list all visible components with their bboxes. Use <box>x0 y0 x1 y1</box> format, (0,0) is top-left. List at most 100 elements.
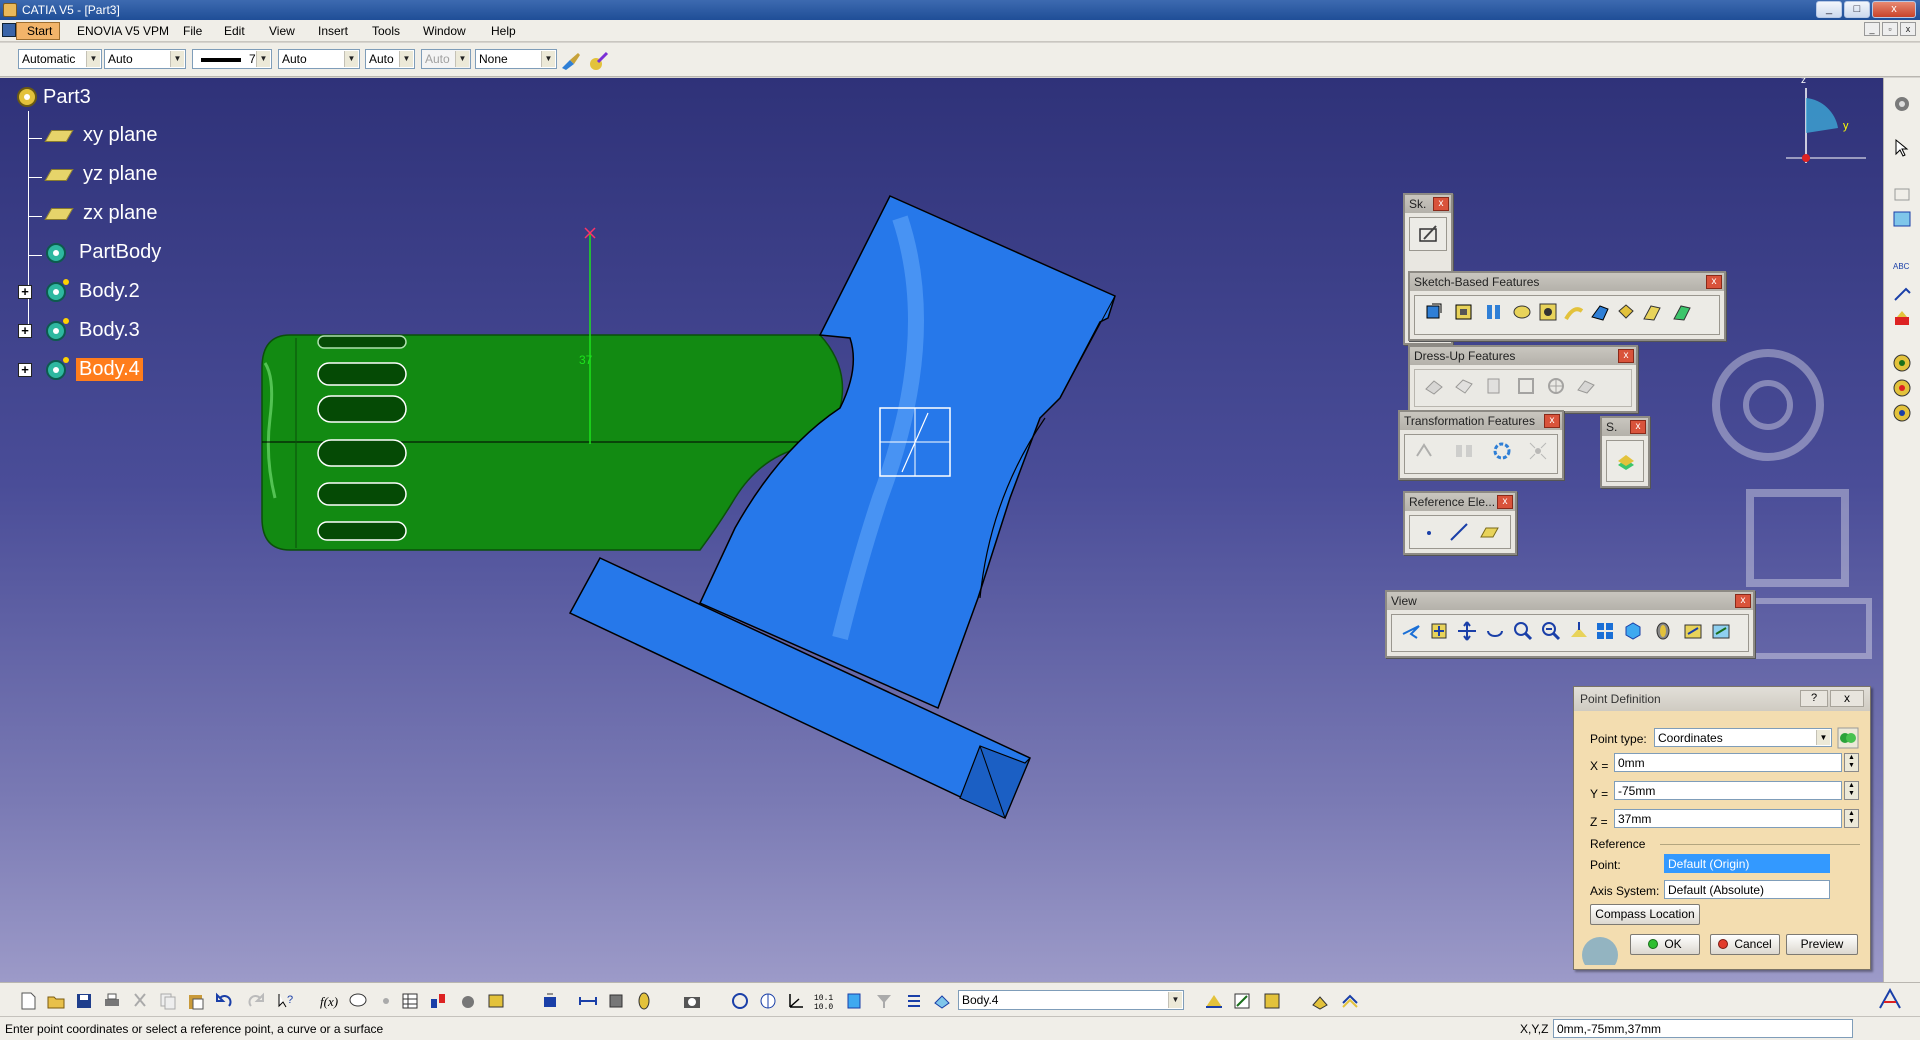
refresh-icon[interactable] <box>730 991 750 1011</box>
measure-icon[interactable] <box>486 991 506 1011</box>
parts-list-icon[interactable] <box>844 991 864 1011</box>
binary-icon[interactable]: 10.110.0 <box>814 991 834 1011</box>
close-icon[interactable]: x <box>1618 349 1634 363</box>
sketch-icon[interactable] <box>1418 223 1440 245</box>
line-type-combo[interactable]: Auto ▼ <box>278 49 360 69</box>
menu-tools[interactable]: Tools <box>372 24 400 38</box>
menu-view[interactable]: View <box>269 24 295 38</box>
menu-edit[interactable]: Edit <box>224 24 245 38</box>
measure-inertia-icon[interactable] <box>634 991 654 1011</box>
shaft-icon[interactable] <box>1483 301 1505 323</box>
tree-expand-body3[interactable]: + <box>18 324 32 338</box>
check-sketch-icon[interactable] <box>1262 991 1282 1011</box>
hide-show-icon[interactable] <box>1682 620 1704 642</box>
menu-file[interactable]: File <box>183 24 202 38</box>
open-icon[interactable] <box>46 991 66 1011</box>
knowledge-icon-2[interactable] <box>1892 378 1912 398</box>
menu-start[interactable]: Start <box>27 24 52 38</box>
update-icon[interactable] <box>540 991 560 1011</box>
layer-combo[interactable]: None ▼ <box>475 49 557 69</box>
y-spinner[interactable]: ▲ ▼ <box>1844 781 1859 800</box>
text-annotation-icon[interactable]: ABC <box>1892 256 1912 276</box>
tree-node-part3[interactable]: Part3 <box>14 84 94 110</box>
catalog-icon[interactable] <box>428 991 448 1011</box>
xyz-coordinate-field[interactable]: 0mm,-75mm,37mm <box>1553 1019 1853 1038</box>
z-coordinate-input[interactable]: 37mm <box>1614 809 1842 828</box>
pattern-icon[interactable] <box>1491 440 1513 462</box>
current-body-combo[interactable]: Body.4 ▼ <box>958 990 1184 1010</box>
menu-enovia[interactable]: ENOVIA V5 VPM <box>77 24 169 38</box>
menu-help[interactable]: Help <box>491 24 516 38</box>
zoom-out-icon[interactable] <box>1540 620 1562 642</box>
hybrid-design-icon[interactable] <box>1204 991 1224 1011</box>
apply-material-icon[interactable] <box>458 991 478 1011</box>
close-icon[interactable]: x <box>1544 414 1560 428</box>
cut-icon[interactable] <box>130 991 150 1011</box>
copy-icon[interactable] <box>158 991 178 1011</box>
knowledge-icon-1[interactable] <box>1892 353 1912 373</box>
undo-icon[interactable] <box>214 991 234 1011</box>
paste-icon[interactable] <box>186 991 206 1011</box>
format-painter-icon[interactable] <box>560 50 582 72</box>
split-icon[interactable] <box>1615 451 1637 473</box>
edge-fillet-icon[interactable] <box>1423 375 1445 397</box>
define-in-work-object-icon[interactable] <box>932 991 952 1011</box>
hole-icon[interactable] <box>1537 301 1559 323</box>
x-coordinate-input[interactable]: 0mm <box>1614 753 1842 772</box>
thickness-icon[interactable] <box>1545 375 1567 397</box>
multi-sections-solid-icon[interactable] <box>1641 301 1663 323</box>
tree-node-zx-plane[interactable]: zx plane <box>44 202 161 225</box>
frame-icon[interactable] <box>1892 208 1912 228</box>
rib-icon[interactable] <box>1563 301 1585 323</box>
select-arrow-icon[interactable] <box>1892 138 1912 158</box>
knowledge-icon-3[interactable] <box>1892 403 1912 423</box>
material-icon[interactable] <box>1892 308 1912 328</box>
tree-node-body3[interactable]: Body.3 <box>44 317 143 343</box>
shell-icon[interactable] <box>1515 375 1537 397</box>
axis-system-icon[interactable] <box>786 991 806 1011</box>
save-icon[interactable] <box>74 991 94 1011</box>
ok-button[interactable]: OK <box>1630 934 1700 955</box>
menu-window[interactable]: Window <box>423 24 466 38</box>
preview-button[interactable]: Preview <box>1786 934 1858 955</box>
rotate-icon[interactable] <box>1484 620 1506 642</box>
slot-icon[interactable] <box>1589 301 1611 323</box>
compass-toggle-icon[interactable] <box>758 991 778 1011</box>
tree-node-xy-plane[interactable]: xy plane <box>44 124 161 147</box>
point-type-combo[interactable]: Auto ▼ <box>365 49 415 69</box>
minimize-button[interactable]: _ <box>1816 1 1842 18</box>
graphic-properties-icon[interactable] <box>588 50 610 72</box>
comment-icon[interactable] <box>348 991 368 1011</box>
pocket-icon[interactable] <box>1453 301 1475 323</box>
knowledge-inspector-icon[interactable] <box>376 991 396 1011</box>
flag-note-icon[interactable] <box>1892 283 1912 303</box>
zoom-in-icon[interactable] <box>1512 620 1534 642</box>
normal-view-icon[interactable] <box>1568 620 1590 642</box>
close-icon[interactable]: x <box>1433 197 1449 211</box>
catia-menu-icon[interactable] <box>2 23 16 37</box>
y-coordinate-input[interactable]: -75mm <box>1614 781 1842 800</box>
reference-point-field[interactable]: Default (Origin) <box>1664 854 1830 873</box>
fit-all-in-icon[interactable] <box>1428 620 1450 642</box>
cancel-button[interactable]: Cancel <box>1710 934 1780 955</box>
new-icon[interactable] <box>18 991 38 1011</box>
tree-node-body2[interactable]: Body.2 <box>44 278 143 304</box>
measure-between-icon[interactable] <box>578 991 598 1011</box>
dialog-close-button[interactable]: x <box>1830 690 1864 707</box>
translation-icon[interactable] <box>1413 440 1435 462</box>
draft-icon[interactable] <box>1483 375 1505 397</box>
tree-expand-body2[interactable]: + <box>18 285 32 299</box>
groove-icon[interactable] <box>1511 301 1533 323</box>
mirror-icon[interactable] <box>1453 440 1475 462</box>
doc-restore-button[interactable]: ▫ <box>1882 22 1898 36</box>
maximize-button[interactable]: □ <box>1844 1 1870 18</box>
thread-icon[interactable] <box>1575 375 1597 397</box>
multi-view-icon[interactable] <box>1594 620 1616 642</box>
scaling-icon[interactable] <box>1527 440 1549 462</box>
transparency-combo[interactable]: Auto ▼ <box>104 49 186 69</box>
color-combo[interactable]: Automatic ▼ <box>18 49 102 69</box>
x-spinner[interactable]: ▲ ▼ <box>1844 753 1859 772</box>
tree-expand-body4[interactable]: + <box>18 363 32 377</box>
tree-node-yz-plane[interactable]: yz plane <box>44 163 161 186</box>
assemble-icon[interactable] <box>1340 991 1360 1011</box>
